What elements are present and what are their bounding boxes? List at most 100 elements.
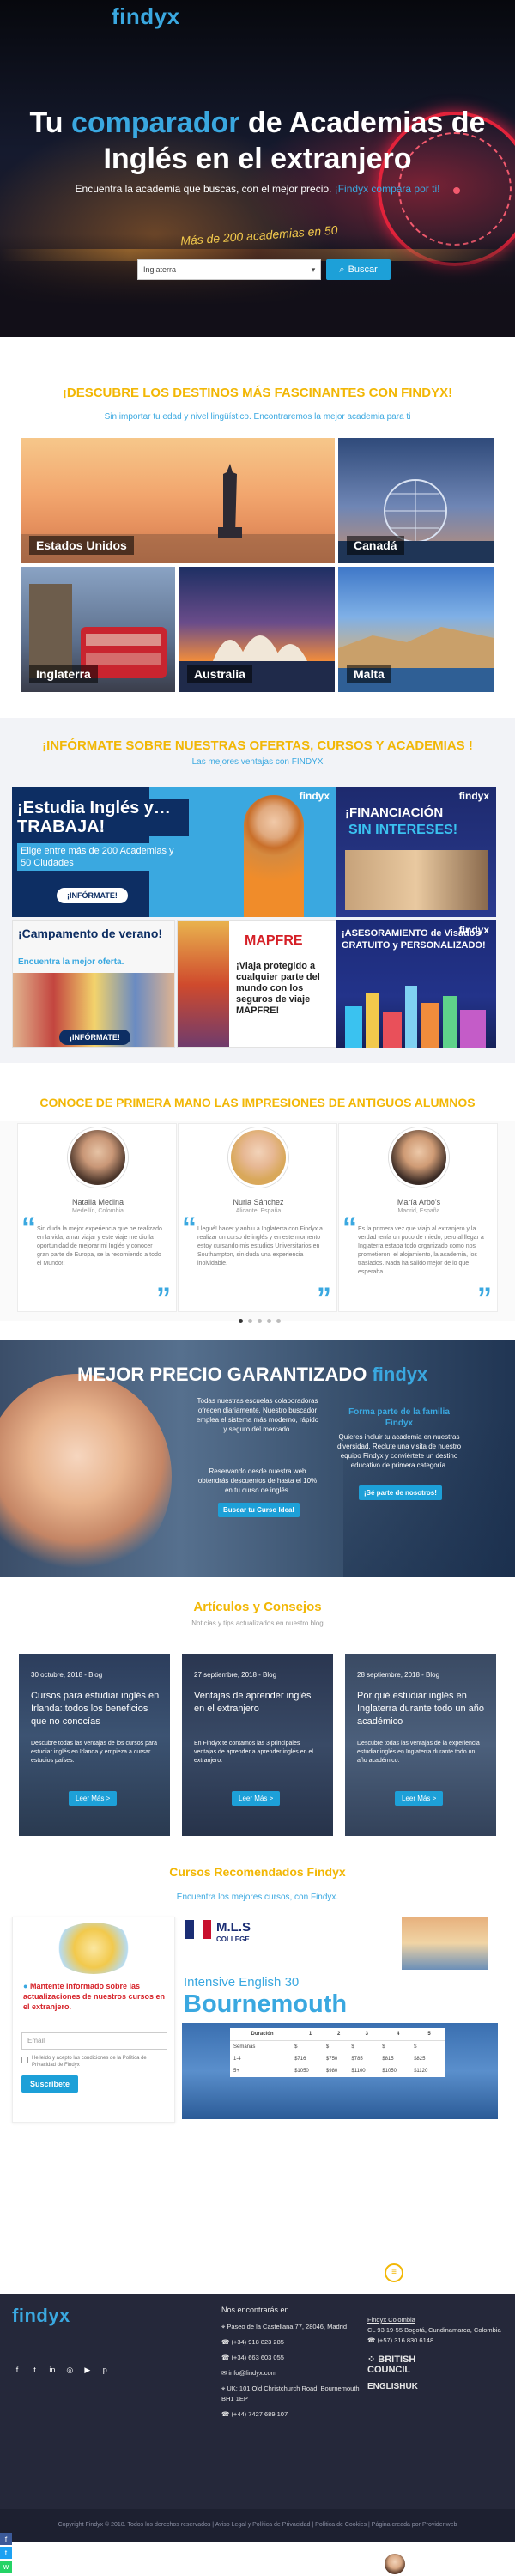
destination-value: Inglaterra [143, 265, 177, 274]
table-row: Semanas $ $ $ $ $ [233, 2044, 417, 2050]
price-discount-text: Reservando desde nuestra web obtendrás d… [197, 1467, 318, 1494]
youtube-icon[interactable]: ▶ [82, 2365, 93, 2375]
twitter-icon[interactable]: t [29, 2365, 39, 2375]
findyx-tag: findyx [299, 790, 330, 802]
footer-phone[interactable]: ☎ (+34) 663 603 055 [221, 2353, 367, 2363]
courses-subtitle: Encuentra los mejores cursos, con Findyx… [176, 1893, 339, 1902]
carousel-dots [233, 1319, 285, 1326]
join-us-button[interactable]: ¡Sé parte de nosotros! [359, 1485, 442, 1500]
inform-button[interactable]: ¡INFÓRMATE! [57, 888, 128, 903]
table-row: 1-4 $716 $750 $785 $815 $825 [233, 2057, 426, 2062]
footer-phone[interactable]: ☎ (+34) 918 823 285 [221, 2337, 367, 2348]
avatar [68, 1127, 128, 1188]
terms-checkbox[interactable] [21, 2057, 28, 2063]
subscribe-button[interactable]: Suscríbete [21, 2075, 79, 2093]
article-date: 28 septiembre, 2018 - Blog [357, 1671, 440, 1679]
offer-card-camp[interactable]: ¡Campamento de verano! Encuentra la mejo… [12, 920, 175, 1048]
newsletter-box: ● Mantente informado sobre las actualiza… [12, 1917, 175, 2123]
read-more-button[interactable]: Leer Más > [395, 1791, 444, 1806]
mail-icon: ✉ [221, 2369, 227, 2377]
offer-card-title: ¡Estudia Inglés y… TRABAJA! [17, 799, 189, 836]
findyx-logo[interactable]: findyx [112, 3, 180, 30]
phone-icon: ☎ [367, 2336, 376, 2344]
avatar [389, 1127, 449, 1188]
social-links: f t in ◎ ▶ p [12, 2361, 113, 2377]
article-card[interactable]: 28 septiembre, 2018 - Blog Por qué estud… [345, 1654, 496, 1836]
quote-open-icon: “ [182, 1212, 197, 1244]
featured-course[interactable]: M.L.S COLLEGE Intensive English 30 Bourn… [182, 1917, 498, 2123]
footer-colombia-phone[interactable]: ☎ (+57) 316 830 6148 [367, 2336, 505, 2346]
copyright-bar: Copyright Findyx © 2018. Todos los derec… [0, 2509, 515, 2542]
destination-label: Malta [347, 665, 391, 683]
price-guarantee-section: MEJOR PRECIO GARANTIZADO findyx Todas nu… [0, 1340, 515, 1577]
quote-close-icon: ” [156, 1282, 171, 1315]
instagram-icon[interactable]: ◎ [64, 2365, 75, 2375]
offer-card-financing[interactable]: ¡FINANCIACIÓN SIN INTERESES! findyx [336, 787, 496, 917]
article-card[interactable]: 30 octubre, 2018 - Blog Cursos para estu… [19, 1654, 170, 1836]
destination-england[interactable]: Inglaterra [19, 565, 177, 694]
course-city: Bournemouth [184, 1990, 348, 2018]
carousel-dot[interactable] [247, 1319, 252, 1323]
read-more-button[interactable]: Leer Más > [232, 1791, 281, 1806]
testimonials-title: CONOCE DE PRIMERA MANO LAS IMPRESIONES D… [39, 1096, 476, 1109]
phone-icon: ☎ [221, 2410, 230, 2418]
article-title: Cursos para estudiar inglés en Irlanda: … [31, 1691, 160, 1727]
table-header-row: Duración 1 2 3 4 5 [230, 2028, 445, 2041]
facebook-icon[interactable]: f [12, 2365, 22, 2375]
pin-icon: ⌖ [221, 2323, 226, 2330]
inform-button[interactable]: ¡INFÓRMATE! [59, 1030, 130, 1045]
scroll-top-button[interactable]: ≡ [385, 2263, 403, 2282]
destination-select[interactable]: Inglaterra ▾ [137, 259, 322, 280]
twitter-share-icon[interactable]: t [0, 2547, 12, 2559]
hero-section: findyx Tu comparador de Academias de Ing… [0, 0, 515, 337]
footer-email[interactable]: ✉ info@findyx.com [221, 2368, 367, 2379]
financing-title: ¡FINANCIACIÓN [345, 805, 444, 820]
testimonial-name: Nuria Sánchez [233, 1198, 284, 1206]
chat-avatar[interactable] [383, 2552, 407, 2576]
destination-malta[interactable]: Malta [336, 565, 496, 694]
email-input[interactable]: Email [21, 2032, 167, 2050]
whatsapp-share-icon[interactable]: w [0, 2561, 12, 2573]
info-icon: ● [23, 1982, 28, 1990]
table-row: 5+ $1050 $980 $1100 $1050 $1120 [233, 2069, 428, 2074]
destination-label: Australia [187, 665, 252, 683]
destination-australia[interactable]: Australia [177, 565, 336, 694]
search-icon: ⌕ [339, 264, 345, 275]
search-button[interactable]: ⌕ Buscar [326, 259, 391, 280]
article-date: 27 septiembre, 2018 - Blog [194, 1671, 277, 1679]
destination-usa[interactable]: Estados Unidos [19, 436, 336, 565]
city-skyline [0, 234, 515, 337]
pier-photo [402, 1917, 488, 1970]
linkedin-icon[interactable]: in [47, 2365, 58, 2375]
camp-title: ¡Campamento de verano! [18, 927, 163, 940]
student-photo [244, 795, 304, 917]
quote-open-icon: “ [21, 1212, 36, 1244]
offer-card-work[interactable]: ¡Estudia Inglés y… TRABAJA! Elige entre … [12, 787, 336, 917]
terms-label: He leído y acepto las condiciones de la … [32, 2056, 147, 2068]
facebook-share-icon[interactable]: f [0, 2533, 12, 2545]
courses-title: Cursos Recomendados Findyx [169, 1865, 346, 1879]
carousel-dot-active[interactable] [238, 1319, 243, 1323]
british-council-logo: ⁘ BRITISH COUNCIL [367, 2354, 416, 2375]
footer-logo[interactable]: findyx [12, 2305, 70, 2327]
offers-subtitle: Las mejores ventajas con FINDYX [191, 757, 324, 767]
destination-canada[interactable]: Canadá [336, 436, 496, 565]
article-card[interactable]: 27 septiembre, 2018 - Blog Ventajas de a… [182, 1654, 333, 1836]
offer-card-visas[interactable]: ¡ASESORAMIENTO de Visados GRATUITO y PER… [336, 920, 496, 1048]
carousel-dot[interactable] [266, 1319, 271, 1323]
footer-phone[interactable]: ☎ (+44) 7427 689 107 [221, 2409, 367, 2420]
search-course-button[interactable]: Buscar tu Curso Ideal [218, 1503, 300, 1517]
pinterest-icon[interactable]: p [100, 2365, 110, 2375]
compare-link[interactable]: ¡Findyx compara por ti! [335, 183, 440, 195]
price-table: Duración 1 2 3 4 5 Semanas $ $ $ $ $ 1-4 $716 $… [230, 2028, 445, 2077]
testimonial-card: Nuria Sánchez Alicante, España “ Llegué!… [178, 1123, 337, 1313]
carousel-dot[interactable] [257, 1319, 262, 1323]
carousel-dot[interactable] [276, 1319, 281, 1323]
read-more-button[interactable]: Leer Más > [69, 1791, 118, 1806]
financing-subtitle: SIN INTERESES! [348, 823, 458, 837]
offer-card-insurance[interactable]: MAPFRE ¡Viaja protegido a cualquier part… [177, 920, 336, 1048]
avatar [228, 1127, 288, 1188]
insurance-text: ¡Viaja protegido a cualquier parte del m… [236, 961, 320, 1016]
articles-subtitle: Noticias y tips actualizados en nuestro … [191, 1619, 324, 1627]
footer-address: ⌖ Paseo de la Castellana 77, 28046, Madr… [221, 2323, 348, 2330]
